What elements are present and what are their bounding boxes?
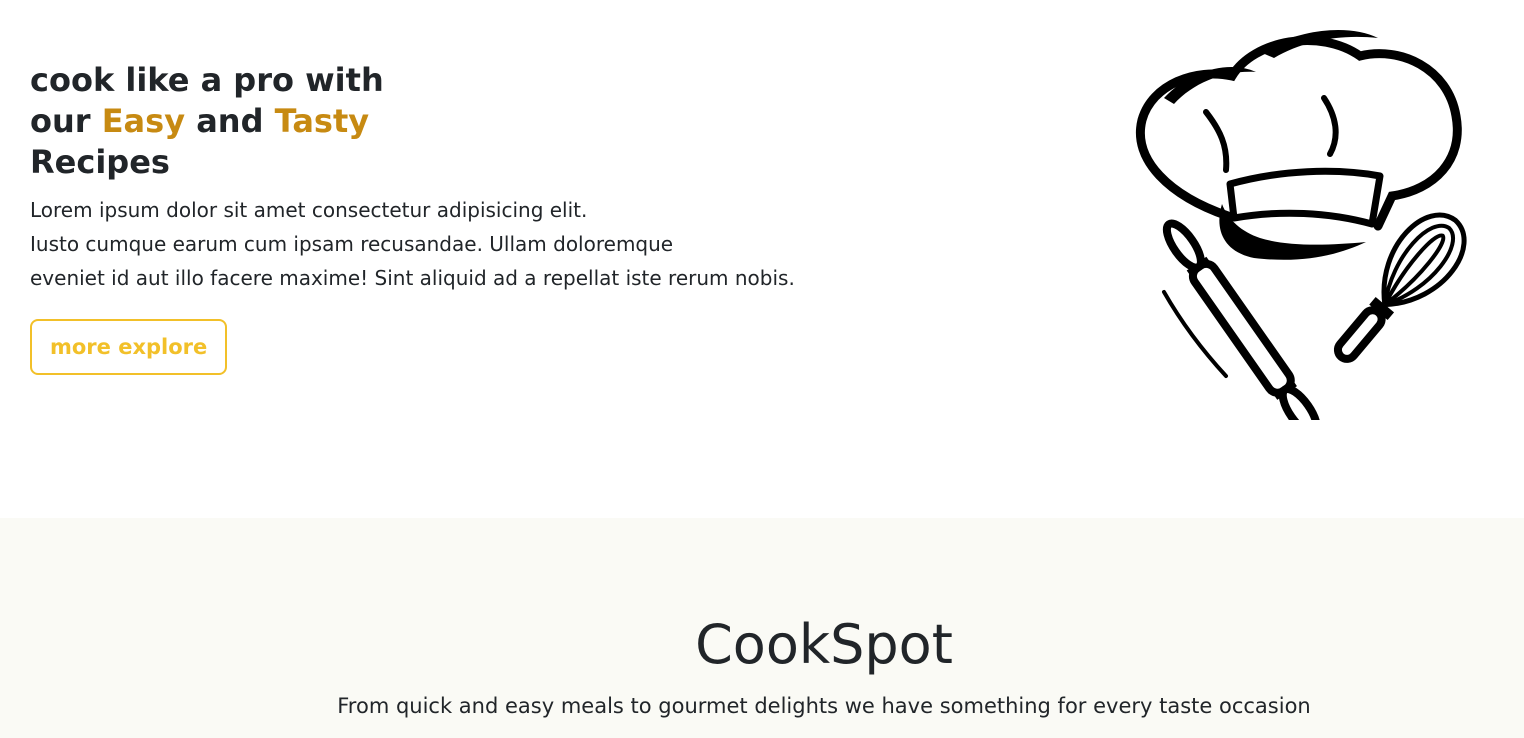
headline-line-1: cook like a pro with [30,61,384,99]
headline-line-2: our Easy and Tasty [30,101,795,142]
description-line-3: eveniet id aut illo facere maxime! Sint … [30,266,795,290]
hero-section: cook like a pro with our Easy and Tasty … [0,0,1524,518]
chef-hat-rolling-pin-whisk-icon [1136,29,1467,420]
headline-line-3: Recipes [30,143,170,181]
description-line-2: Iusto cumque earum cum ipsam recusandae.… [30,232,674,256]
more-explore-button[interactable]: more explore [30,319,228,375]
hero-text-block: cook like a pro with our Easy and Tasty … [30,60,795,375]
brand-title: CookSpot [695,613,953,676]
hero-description: Lorem ipsum dolor sit amet consectetur a… [30,193,795,295]
headline-accent-tasty: Tasty [274,102,370,140]
headline-and: and [185,102,275,140]
headline-accent-easy: Easy [101,102,186,140]
headline-our: our [30,102,102,140]
hero-headline: cook like a pro with our Easy and Tasty … [30,60,795,183]
brand-section: CookSpot From quick and easy meals to go… [0,518,1524,738]
brand-tagline: From quick and easy meals to gourmet del… [337,694,1311,718]
description-line-1: Lorem ipsum dolor sit amet consectetur a… [30,198,588,222]
